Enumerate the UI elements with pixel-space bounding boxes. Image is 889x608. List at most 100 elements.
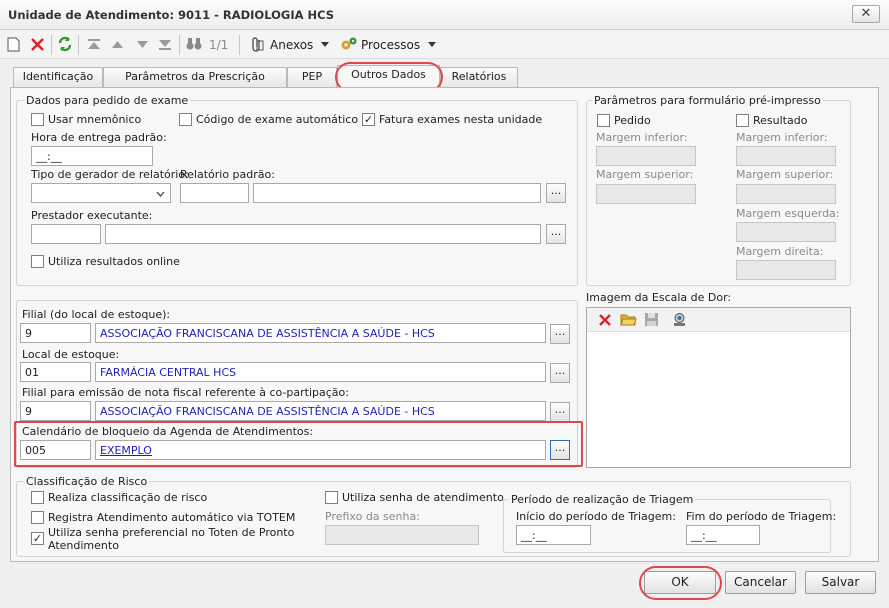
toolbar-separator <box>51 35 52 55</box>
relatorio-padrao-label: Relatório padrão: <box>180 168 275 181</box>
last-record-icon[interactable] <box>158 38 172 51</box>
binoculars-icon[interactable] <box>186 37 202 51</box>
prefixo-senha-label: Prefixo da senha: <box>325 510 420 523</box>
cancel-button[interactable]: Cancelar <box>725 571 796 594</box>
relatorio-name-input[interactable] <box>253 183 541 203</box>
registra-totem-checkbox[interactable] <box>31 511 44 524</box>
tab-pep[interactable]: PEP <box>287 67 337 87</box>
anexos-menu[interactable]: Anexos <box>270 36 313 54</box>
codigo-automatico-label: Código de exame automático <box>196 113 359 126</box>
hora-entrega-label: Hora de entrega padrão: <box>31 131 167 144</box>
fim-triagem-input[interactable]: __:__ <box>686 525 760 545</box>
senha-atendimento-checkbox[interactable] <box>325 491 338 504</box>
filial-lookup-button[interactable]: ... <box>550 324 570 344</box>
filial-nf-label: Filial para emissão de nota fiscal refer… <box>22 386 349 399</box>
local-estoque-lookup-button[interactable]: ... <box>550 363 570 383</box>
prestador-code-input[interactable] <box>31 224 101 244</box>
tipo-gerador-label: Tipo de gerador de relatório: <box>31 168 189 181</box>
preimpresso-legend: Parâmetros para formulário pré-impresso <box>592 94 823 107</box>
processos-menu[interactable]: Processos <box>361 36 420 54</box>
prestador-lookup-button[interactable]: ... <box>546 224 566 244</box>
prefixo-senha-input[interactable] <box>325 525 479 545</box>
senha-preferencial-label: Utiliza senha preferencial no Toten de P… <box>48 526 295 552</box>
realiza-risco-checkbox[interactable] <box>31 491 44 504</box>
pedido-label: Pedido <box>614 114 651 127</box>
fim-triagem-label: Fim do período de Triagem: <box>686 510 837 523</box>
senha-preferencial-checkbox[interactable]: ✓ <box>31 532 44 545</box>
local-estoque-name-input[interactable]: FARMÁCIA CENTRAL HCS <box>95 362 546 382</box>
hora-entrega-input[interactable]: __:__ <box>31 146 153 166</box>
resultados-online-checkbox[interactable] <box>31 255 44 268</box>
relatorio-code-input[interactable] <box>180 183 249 203</box>
save-button[interactable]: Salvar <box>805 571 876 594</box>
senha-atendimento-label: Utiliza senha de atendimento <box>342 491 504 504</box>
resultado-checkbox[interactable] <box>736 114 749 127</box>
usar-mnemonico-checkbox[interactable] <box>31 113 44 126</box>
close-button[interactable]: ✕ <box>852 5 880 23</box>
tab-relatorios[interactable]: Relatórios <box>440 67 518 87</box>
resultado-label: Resultado <box>753 114 808 127</box>
paperclip-icon <box>250 36 264 52</box>
fatura-exames-checkbox[interactable]: ✓ <box>362 113 375 126</box>
new-document-icon[interactable] <box>7 37 20 52</box>
chevron-down-icon[interactable] <box>321 42 329 47</box>
resultado-margem-direita-label: Margem direita: <box>736 245 824 258</box>
resultado-margem-direita-input[interactable] <box>736 260 836 280</box>
filial-nf-lookup-button[interactable]: ... <box>550 402 570 422</box>
tipo-gerador-select[interactable] <box>31 183 171 203</box>
realiza-risco-label: Realiza classificação de risco <box>48 491 208 504</box>
delete-icon[interactable] <box>30 37 45 52</box>
relatorio-lookup-button[interactable]: ... <box>546 183 566 203</box>
inicio-triagem-label: Início do período de Triagem: <box>516 510 676 523</box>
pedido-margem-inferior-label: Margem inferior: <box>596 131 688 144</box>
filial-nf-code-input[interactable]: 9 <box>20 401 91 421</box>
triagem-legend: Período de realização de Triagem <box>509 493 696 506</box>
calendario-code-input[interactable]: 005 <box>20 440 91 460</box>
save-icon[interactable] <box>644 312 659 327</box>
filial-label: Filial (do local de estoque): <box>22 308 171 321</box>
filial-nf-name-input[interactable]: ASSOCIAÇÃO FRANCISCANA DE ASSISTÊNCIA A … <box>95 401 546 421</box>
resultado-margem-inferior-input[interactable] <box>736 146 836 166</box>
pedido-margem-superior-input[interactable] <box>596 184 696 204</box>
prestador-label: Prestador executante: <box>31 209 153 222</box>
filial-code-input[interactable]: 9 <box>20 323 91 343</box>
escala-dor-label: Imagem da Escala de Dor: <box>586 291 732 304</box>
next-record-icon[interactable] <box>136 39 149 50</box>
tab-parametros-prescricao[interactable]: Parâmetros da Prescrição <box>103 67 287 87</box>
chevron-down-icon[interactable] <box>156 191 165 197</box>
calendario-name-input[interactable]: EXEMPLO <box>95 440 546 460</box>
filial-name-input[interactable]: ASSOCIAÇÃO FRANCISCANA DE ASSISTÊNCIA A … <box>95 323 546 343</box>
toolbar-separator <box>239 35 240 55</box>
prestador-name-input[interactable] <box>105 224 541 244</box>
resultado-margem-superior-label: Margem superior: <box>736 168 834 181</box>
open-folder-icon[interactable] <box>620 312 637 327</box>
page-indicator: 1/1 <box>209 38 229 52</box>
local-estoque-label: Local de estoque: <box>22 348 120 361</box>
scanner-icon[interactable] <box>672 312 687 327</box>
inicio-triagem-input[interactable]: __:__ <box>516 525 591 545</box>
pedido-checkbox[interactable] <box>597 114 610 127</box>
pedido-margem-inferior-input[interactable] <box>596 146 696 166</box>
risco-legend: Classificação de Risco <box>24 475 150 488</box>
calendario-label: Calendário de bloqueio da Agenda de Aten… <box>22 425 314 438</box>
resultado-margem-inferior-label: Margem inferior: <box>736 131 828 144</box>
chevron-down-icon[interactable] <box>428 42 436 47</box>
resultado-margem-superior-input[interactable] <box>736 184 836 204</box>
tab-identificacao[interactable]: Identificação <box>13 67 103 87</box>
resultado-margem-esquerda-label: Margem esquerda: <box>736 207 840 220</box>
toolbar-separator <box>179 35 180 55</box>
resultado-margem-esquerda-input[interactable] <box>736 222 836 242</box>
calendario-lookup-button[interactable]: ... <box>550 440 570 460</box>
delete-icon[interactable] <box>598 313 612 327</box>
resultados-online-label: Utiliza resultados online <box>48 255 180 268</box>
codigo-automatico-checkbox[interactable] <box>179 113 192 126</box>
pedido-margem-superior-label: Margem superior: <box>596 168 694 181</box>
window-title: Unidade de Atendimento: 9011 - RADIOLOGI… <box>8 8 335 22</box>
exame-legend: Dados para pedido de exame <box>24 94 191 107</box>
refresh-icon[interactable] <box>57 36 73 52</box>
toolbar <box>0 30 889 59</box>
previous-record-icon[interactable] <box>111 39 124 50</box>
first-record-icon[interactable] <box>87 38 101 51</box>
toolbar-separator <box>78 35 79 55</box>
local-estoque-code-input[interactable]: 01 <box>20 362 91 382</box>
